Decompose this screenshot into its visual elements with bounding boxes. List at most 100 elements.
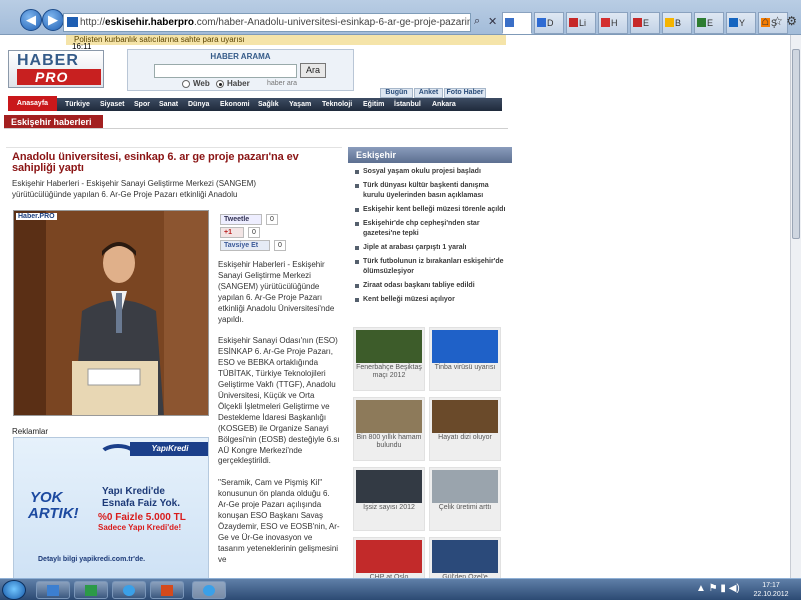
vertical-scrollbar[interactable] xyxy=(790,35,801,578)
gallery-caption: Çelik üretimi arttı xyxy=(438,504,492,511)
sidebar-news-item[interactable]: Eskişehir'de chp cepheşi'nden star gazet… xyxy=(353,219,509,239)
sidebar-news-item[interactable]: Türk futbolunun iz bırakanları eskişehir… xyxy=(353,257,509,277)
start-button[interactable] xyxy=(2,580,26,600)
taskbar-app-active[interactable] xyxy=(192,581,226,599)
browser-tab[interactable]: Y xyxy=(726,12,756,34)
sidebar-news-item[interactable]: Eskişehir kent belleği müzesi törenle aç… xyxy=(353,205,509,215)
speaker-illustration xyxy=(14,211,208,415)
gallery-card[interactable]: Çelik üretimi arttı xyxy=(429,467,501,531)
sidebar-news-item[interactable]: Sosyal yaşam okulu projesi başladı xyxy=(353,167,509,177)
article-body: Eskişehir Haberleri - Eskişehir Sanayi G… xyxy=(218,260,340,577)
radio-web-label: Web xyxy=(193,79,210,88)
nav-item[interactable]: Sağlık xyxy=(258,98,279,111)
nav-item[interactable]: Türkiye xyxy=(65,98,90,111)
tweet-button[interactable]: Tweetle xyxy=(220,214,262,225)
screen: ◀ ▶ http://eskisehir.haberpro.com/haber-… xyxy=(0,0,801,600)
address-host: eskisehir.haberpro xyxy=(105,17,194,28)
ad-brand: YapıKredi xyxy=(130,442,208,456)
tab-favicon-icon xyxy=(665,18,674,27)
clock[interactable]: 17:17 22.10.2012 xyxy=(747,581,795,599)
article-photo[interactable]: Haber.PRO xyxy=(13,210,209,416)
back-button[interactable]: ◀ xyxy=(20,9,42,31)
browser-tab[interactable]: D xyxy=(534,12,564,34)
media-player-icon xyxy=(47,585,59,596)
gallery-thumbnail xyxy=(356,330,422,363)
browser-tab[interactable]: E xyxy=(694,12,724,34)
gplus-button[interactable]: +1 xyxy=(220,227,244,238)
browser-tab[interactable]: E xyxy=(630,12,660,34)
gallery-thumbnail xyxy=(356,400,422,433)
system-tray[interactable]: ▲ ⚑ ▮ ◀) xyxy=(696,583,740,594)
taskbar-app[interactable] xyxy=(112,581,146,599)
gallery-card[interactable]: Hayatı dizi oluyor xyxy=(429,397,501,461)
gallery-caption: Fenerbahçe Beşiktaş maçı 2012 xyxy=(356,364,422,379)
gallery-card[interactable]: Gül'den Özel'e xyxy=(429,537,501,578)
advertisement-banner[interactable]: YapıKredi YOK ARTIK! Yapı Kredi'de Esnaf… xyxy=(13,437,209,578)
section-banner[interactable]: Eskişehir haberleri xyxy=(4,115,103,129)
page-viewport: Polisten kurbanlık satıcılarına sahte pa… xyxy=(0,35,790,578)
windows-taskbar: ▲ ⚑ ▮ ◀) 17:17 22.10.2012 xyxy=(0,578,801,600)
gallery-thumbnail xyxy=(432,470,498,503)
sidebar-news-item[interactable]: Kent belleği müzesi açılıyor xyxy=(353,295,509,305)
gallery-card[interactable]: Tinba virüsü uyarısı xyxy=(429,327,501,391)
ad-footer: Detaylı bilgi yapikredi.com.tr'de. xyxy=(38,556,146,563)
browser-tab[interactable]: H xyxy=(598,12,628,34)
article: Anadolu üniversitesi, esinkap 6. ar ge p… xyxy=(6,147,342,578)
sidebar-news-list: Sosyal yaşam okulu projesi başladı Türk … xyxy=(353,167,509,309)
ads-label: Reklamlar xyxy=(12,427,49,436)
settings-icons[interactable]: ⌂ ☆ ⚙ xyxy=(762,14,797,28)
search-title: HABER ARAMA xyxy=(210,52,271,61)
radio-haber[interactable] xyxy=(216,80,224,88)
nav-item[interactable]: Ekonomi xyxy=(220,98,250,111)
gallery-card[interactable]: İşsiz sayısı 2012 xyxy=(353,467,425,531)
tab-favicon-icon xyxy=(697,18,706,27)
tab-favicon-icon xyxy=(633,18,642,27)
gallery-card[interactable]: CHP at Oslo xyxy=(353,537,425,578)
ad-line: Esnafa Faiz Yok. xyxy=(102,498,180,509)
sidebar-news-item[interactable]: Jiple at arabası çarpıştı 1 yaralı xyxy=(353,243,509,253)
article-paragraph: Eskişehir Sanayi Odası'nın (ESO) ESİNKAP… xyxy=(218,336,340,466)
tab-label: D xyxy=(547,18,554,28)
gallery-card[interactable]: Fenerbahçe Beşiktaş maçı 2012 xyxy=(353,327,425,391)
facebook-recommend-button[interactable]: Tavsiye Et xyxy=(220,240,270,251)
gallery-thumbnail xyxy=(432,540,498,573)
article-lead: Eskişehir Haberleri - Eskişehir Sanayi G… xyxy=(12,179,257,199)
logo-text-bottom: PRO xyxy=(17,69,101,85)
sidebar-heading[interactable]: Eskişehir xyxy=(348,147,512,163)
article-title: Anadolu üniversitesi, esinkap 6. ar ge p… xyxy=(12,151,299,174)
taskbar-app[interactable] xyxy=(36,581,70,599)
nav-item[interactable]: Spor xyxy=(134,98,150,111)
site-favicon-icon xyxy=(67,17,78,27)
nav-item[interactable]: Dünya xyxy=(188,98,209,111)
taskbar-app[interactable] xyxy=(150,581,184,599)
browser-tab[interactable] xyxy=(502,12,532,34)
facebook-count: 0 xyxy=(274,240,286,251)
gallery-caption: Bin 800 yıllık hamam bulundu xyxy=(356,434,422,449)
browser-tab[interactable]: Li xyxy=(566,12,596,34)
search-button[interactable]: Ara xyxy=(300,63,326,78)
site-logo[interactable]: HABER PRO xyxy=(8,50,104,88)
browser-tab[interactable]: B xyxy=(662,12,692,34)
article-paragraph: ''Seramik, Cam ve Pişmiş Kil'' konusunun… xyxy=(218,478,340,564)
gallery-caption: Hayatı dizi oluyor xyxy=(438,434,492,441)
nav-item[interactable]: Yaşam xyxy=(289,98,311,111)
gallery-card[interactable]: Bin 800 yıllık hamam bulundu xyxy=(353,397,425,461)
search-input[interactable] xyxy=(154,64,297,78)
ad-headline-2: ARTIK! xyxy=(28,505,79,522)
scrollbar-thumb[interactable] xyxy=(792,49,800,239)
radio-web[interactable] xyxy=(182,80,190,88)
sidebar-news-item[interactable]: Ziraat odası başkanı tabliye edildi xyxy=(353,281,509,291)
radio-haber-label: Haber xyxy=(227,79,250,88)
browser-toolbar: ◀ ▶ http://eskisehir.haberpro.com/haber-… xyxy=(0,0,801,35)
nav-item[interactable]: Sanat xyxy=(159,98,178,111)
address-bar[interactable]: http://eskisehir.haberpro.com/haber-Anad… xyxy=(63,13,471,32)
tab-label: H xyxy=(611,18,618,28)
nav-item-home[interactable]: Anasayfa xyxy=(8,96,57,111)
close-icon[interactable]: ✕ xyxy=(488,15,497,28)
nav-item[interactable]: Siyaset xyxy=(100,98,125,111)
taskbar-app[interactable] xyxy=(74,581,108,599)
forward-button[interactable]: ▶ xyxy=(42,9,64,31)
search-icon[interactable]: ⌕ xyxy=(474,15,480,28)
gplus-count: 0 xyxy=(248,227,260,238)
sidebar-news-item[interactable]: Türk dünyası kültür başkenti danışma kur… xyxy=(353,181,509,201)
